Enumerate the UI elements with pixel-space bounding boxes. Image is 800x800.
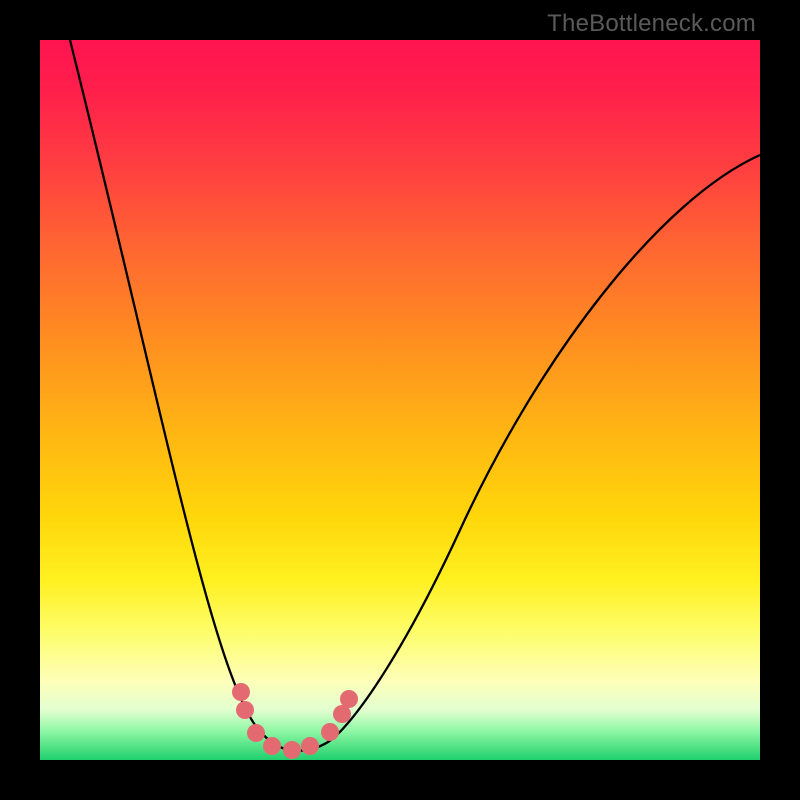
marker-dot (340, 690, 358, 708)
marker-dot (263, 737, 281, 755)
chart-svg (40, 40, 760, 760)
marker-dot (247, 724, 265, 742)
marker-dot (283, 741, 301, 759)
bottleneck-curve-path (70, 40, 760, 751)
watermark-text: TheBottleneck.com (547, 10, 756, 38)
marker-dot (236, 701, 254, 719)
marker-dot (321, 723, 339, 741)
marker-dot (301, 737, 319, 755)
marker-group (232, 683, 358, 759)
marker-dot (232, 683, 250, 701)
